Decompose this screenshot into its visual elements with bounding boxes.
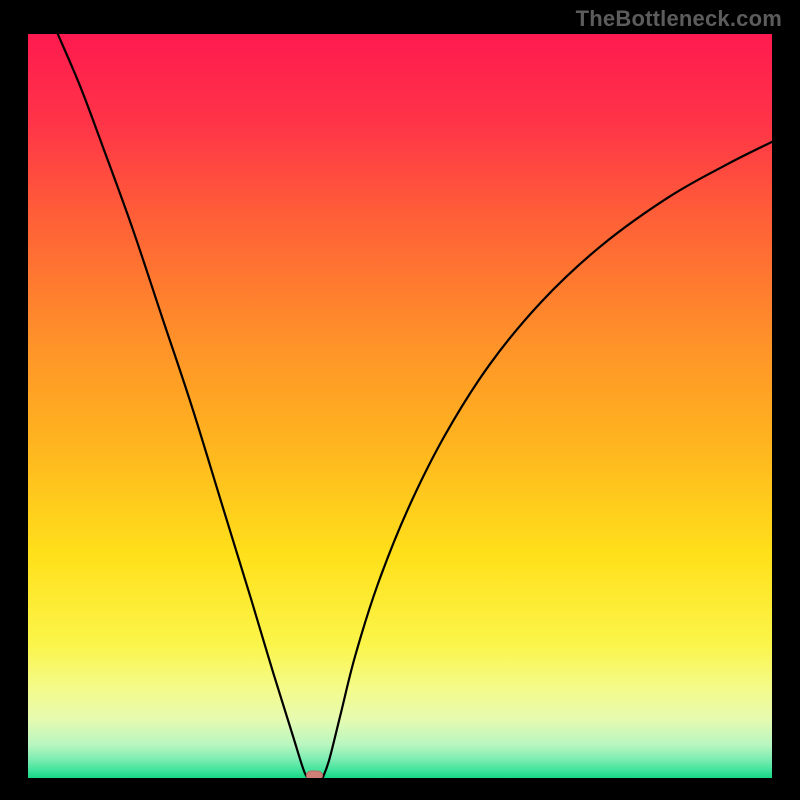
chart-frame: { "watermark": "TheBottleneck.com", "col… bbox=[0, 0, 800, 800]
plot-background bbox=[28, 34, 772, 778]
watermark-text: TheBottleneck.com bbox=[576, 6, 782, 32]
chart-svg bbox=[0, 0, 800, 800]
